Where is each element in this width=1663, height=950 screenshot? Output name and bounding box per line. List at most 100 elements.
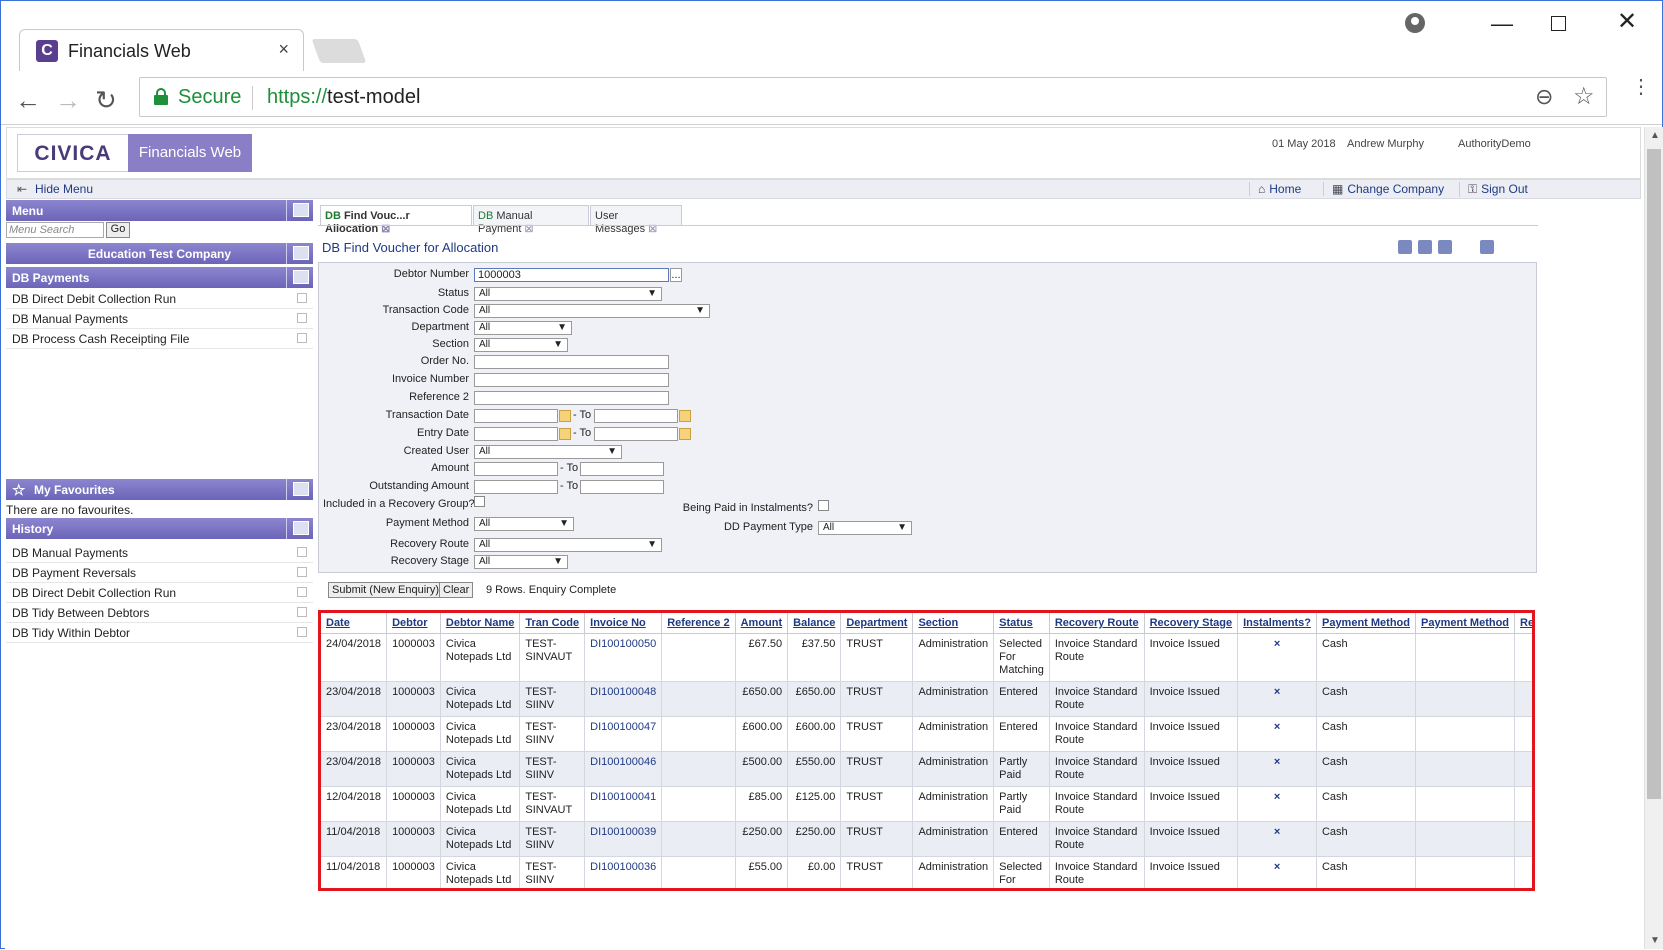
history-header[interactable]: History xyxy=(6,518,313,539)
print-icon[interactable] xyxy=(1398,240,1412,254)
debtor-lookup-button[interactable]: ... xyxy=(670,268,682,282)
menu-pin-icon[interactable] xyxy=(293,203,309,217)
open-new-icon[interactable] xyxy=(297,627,307,637)
invoice-link[interactable]: DI100100046 xyxy=(584,751,663,787)
column-header[interactable]: Recovery Route xyxy=(1049,613,1145,634)
column-header[interactable]: Status xyxy=(993,613,1050,634)
department-select[interactable]: All ▼ xyxy=(474,321,572,335)
open-new-icon[interactable] xyxy=(297,567,307,577)
menu-go-button[interactable]: Go xyxy=(106,222,130,238)
excel-export-icon[interactable] xyxy=(1418,240,1432,254)
window-close-icon[interactable]: ✕ xyxy=(1617,7,1637,36)
bookmark-star-icon[interactable]: ☆ xyxy=(1573,82,1595,111)
table-row[interactable]: 23/04/2018 1000003 Civica Notepads Ltd TEST… xyxy=(321,681,1532,717)
open-new-icon[interactable] xyxy=(297,607,307,617)
table-row[interactable]: 12/04/2018 1000003 Civica Notepads Ltd TEST… xyxy=(321,786,1532,822)
tab-manual-payment[interactable]: DB Manual Payment ⊠ xyxy=(473,205,589,235)
folder-up-icon[interactable] xyxy=(293,270,309,284)
table-row[interactable]: 11/04/2018 1000003 Civica Notepads Ltd TEST… xyxy=(321,821,1532,857)
menu-search-input[interactable]: Menu Search xyxy=(6,222,104,238)
column-header[interactable]: Payment Method xyxy=(1316,613,1417,634)
column-header[interactable]: Instalments? xyxy=(1237,613,1317,634)
tab-user-messages[interactable]: User Messages ⊠ xyxy=(590,205,682,235)
created-user-select[interactable]: All ▼ xyxy=(474,445,622,459)
address-bar[interactable]: Secure https://test-model ⊖ ☆ xyxy=(139,77,1607,117)
status-select[interactable]: All ▼ xyxy=(474,287,662,301)
zoom-out-icon[interactable]: ⊖ xyxy=(1535,84,1553,110)
menu-item-cash-receipting[interactable]: DB Process Cash Receipting File xyxy=(6,329,313,349)
reference2-input[interactable] xyxy=(474,391,669,405)
home-link[interactable]: ⌂ Home xyxy=(1249,182,1301,196)
clear-button[interactable]: Clear xyxy=(439,582,474,598)
calendar-icon[interactable] xyxy=(559,428,571,440)
recovery-group-checkbox[interactable] xyxy=(474,496,485,507)
minimize-icon[interactable]: — xyxy=(1491,11,1513,37)
dd-payment-type-select[interactable]: All ▼ xyxy=(818,521,912,535)
outstanding-to[interactable] xyxy=(580,480,664,494)
favourites-header[interactable]: ☆ My Favourites xyxy=(6,479,313,500)
history-item-payment-reversals[interactable]: DB Payment Reversals xyxy=(6,563,313,583)
recovery-route-select[interactable]: All ▼ xyxy=(474,538,662,552)
invoice-link[interactable]: DI100100039 xyxy=(584,821,663,857)
amount-to[interactable] xyxy=(580,462,664,476)
open-new-icon[interactable] xyxy=(297,333,307,343)
table-row[interactable]: 24/04/2018 1000003 Civica Notepads Ltd TEST… xyxy=(321,633,1532,682)
history-item-tidy-between[interactable]: DB Tidy Between Debtors xyxy=(6,603,313,623)
column-header[interactable]: Amount xyxy=(735,613,789,634)
calendar-icon[interactable] xyxy=(679,410,691,422)
entry-date-from[interactable] xyxy=(474,427,558,441)
history-item-manual-payments[interactable]: DB Manual Payments xyxy=(6,543,313,563)
browser-tab[interactable]: C Financials Web × xyxy=(19,29,304,73)
change-company-link[interactable]: ▦ Change Company xyxy=(1323,182,1444,196)
calendar-icon[interactable] xyxy=(679,428,691,440)
invoice-link[interactable]: DI100100036 xyxy=(584,856,663,888)
browser-menu-icon[interactable]: ⋮ xyxy=(1631,77,1651,97)
recovery-stage-select[interactable]: All ▼ xyxy=(474,555,568,569)
column-header[interactable]: Reference 2 xyxy=(661,613,736,634)
column-header[interactable]: Recovery Stage xyxy=(1144,613,1239,634)
column-header[interactable]: Department xyxy=(840,613,914,634)
open-new-icon[interactable] xyxy=(297,293,307,303)
scroll-down-icon[interactable]: ▼ xyxy=(1650,935,1660,946)
transaction-date-to[interactable] xyxy=(594,409,678,423)
calendar-icon[interactable] xyxy=(559,410,571,422)
profile-icon[interactable] xyxy=(1405,13,1425,33)
forward-icon[interactable]: → xyxy=(55,85,81,116)
column-header[interactable]: Date xyxy=(321,613,388,634)
open-new-icon[interactable] xyxy=(297,547,307,557)
column-header[interactable]: Balance xyxy=(787,613,842,634)
open-new-icon[interactable] xyxy=(297,313,307,323)
filter-icon[interactable] xyxy=(1438,240,1452,254)
maximize-icon[interactable] xyxy=(1551,16,1566,31)
menu-item-manual-payments[interactable]: DB Manual Payments xyxy=(6,309,313,329)
new-tab-button[interactable] xyxy=(311,39,367,63)
column-header[interactable]: Debtor Name xyxy=(440,613,521,634)
table-row[interactable]: 23/04/2018 1000003 Civica Notepads Ltd TEST… xyxy=(321,751,1532,787)
section-select[interactable]: All ▼ xyxy=(474,338,568,352)
invoice-link[interactable]: DI100100047 xyxy=(584,716,663,752)
column-header[interactable]: Debtor xyxy=(386,613,441,634)
invoice-link[interactable]: DI100100048 xyxy=(584,681,663,717)
amount-from[interactable] xyxy=(474,462,558,476)
payment-method-select[interactable]: All ▼ xyxy=(474,517,574,531)
history-pin-icon[interactable] xyxy=(293,521,309,535)
company-pin-icon[interactable] xyxy=(293,246,309,260)
company-header[interactable]: Education Test Company xyxy=(6,243,313,264)
column-header[interactable]: Invoice No xyxy=(584,613,663,634)
history-item-dd-collection-run[interactable]: DB Direct Debit Collection Run xyxy=(6,583,313,603)
hide-menu-button[interactable]: ⇤ Hide Menu xyxy=(17,182,93,196)
favourites-pin-icon[interactable] xyxy=(293,482,309,496)
order-no-input[interactable] xyxy=(474,355,669,369)
invoice-number-input[interactable] xyxy=(474,373,669,387)
sign-out-link[interactable]: ⚿ Sign Out xyxy=(1459,182,1528,197)
debtor-number-input[interactable]: 1000003 xyxy=(474,268,669,282)
open-new-icon[interactable] xyxy=(297,587,307,597)
page-scrollbar[interactable]: ▲ ▼ xyxy=(1644,127,1663,949)
outstanding-from[interactable] xyxy=(474,480,558,494)
instalments-checkbox[interactable] xyxy=(818,500,829,511)
table-row[interactable]: 23/04/2018 1000003 Civica Notepads Ltd TEST… xyxy=(321,716,1532,752)
reload-icon[interactable]: ↻ xyxy=(95,85,117,116)
invoice-link[interactable]: DI100100050 xyxy=(584,633,663,682)
new-window-icon[interactable] xyxy=(1480,240,1494,254)
tab-close-icon[interactable]: × xyxy=(278,39,289,60)
